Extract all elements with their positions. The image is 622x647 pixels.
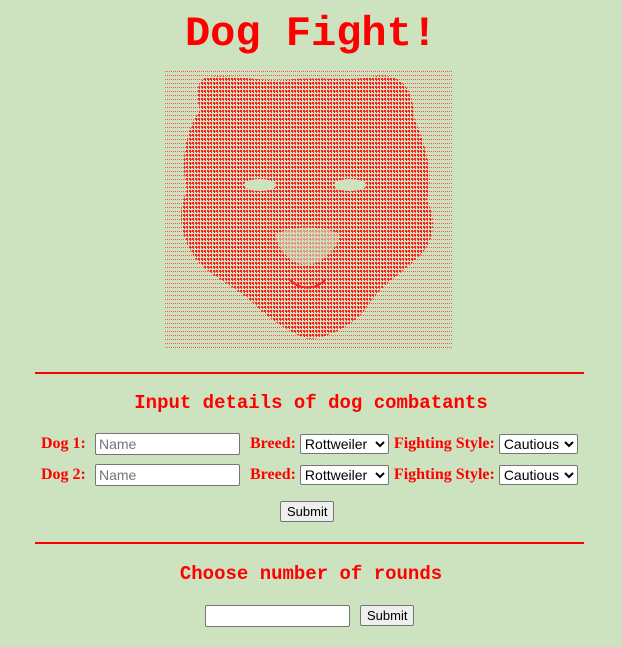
- dog-1-label: Dog 1:: [41, 435, 86, 452]
- dog-2-label: Dog 2:: [41, 466, 86, 483]
- divider-top: [35, 372, 584, 374]
- combatants-heading: Input details of dog combatants: [134, 392, 488, 414]
- ascii-dog-art: [165, 70, 452, 348]
- divider-bottom: [35, 542, 584, 544]
- dog-1-row: Dog 1: Breed: Rottweiler Fighting Style:…: [41, 433, 578, 455]
- dog-2-name-input[interactable]: [95, 464, 240, 486]
- ascii-dog-art-drawing: [165, 70, 452, 348]
- page-title: Dog Fight!: [184, 10, 438, 58]
- dog-1-name-input[interactable]: [95, 433, 240, 455]
- rounds-submit-button[interactable]: Submit: [360, 605, 415, 626]
- rounds-input[interactable]: [205, 605, 350, 627]
- dog-2-row: Dog 2: Breed: Rottweiler Fighting Style:…: [41, 464, 578, 486]
- dog-1-breed-select[interactable]: Rottweiler: [299, 434, 389, 454]
- dog-2-breed-label: Breed:: [250, 466, 296, 483]
- rounds-heading: Choose number of rounds: [179, 563, 443, 585]
- dog-1-style-label: Fighting Style:: [393, 435, 495, 452]
- dog-2-style-label: Fighting Style:: [393, 466, 495, 483]
- dog-1-style-select[interactable]: Cautious: [498, 434, 578, 454]
- combatants-submit-button[interactable]: Submit: [280, 501, 335, 522]
- dog-2-breed-select[interactable]: Rottweiler: [299, 465, 389, 485]
- dog-2-style-select[interactable]: Cautious: [498, 465, 578, 485]
- dog-1-breed-label: Breed:: [250, 435, 296, 452]
